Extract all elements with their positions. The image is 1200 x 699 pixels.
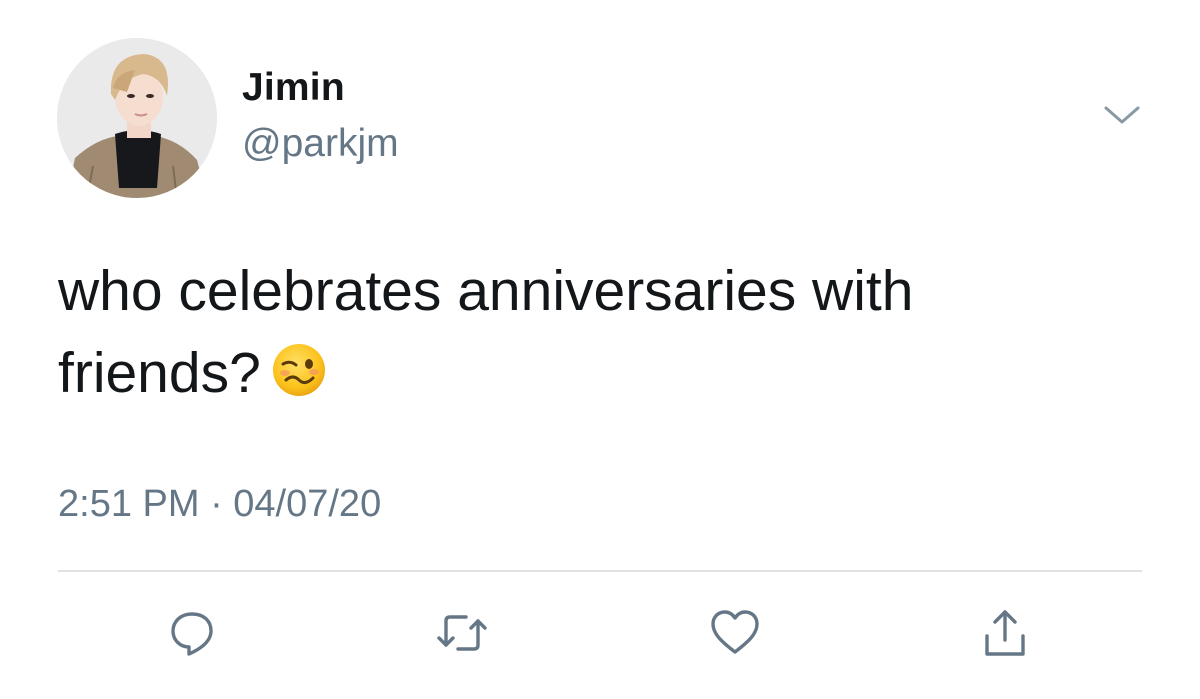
- like-button[interactable]: [705, 603, 765, 663]
- woozy-face-icon: [271, 338, 327, 396]
- tweet-text-line-2: friends?: [58, 341, 261, 405]
- avatar[interactable]: [57, 38, 217, 198]
- display-name[interactable]: Jimin: [242, 66, 345, 110]
- reply-button[interactable]: [162, 603, 222, 663]
- tweet-card: Jimin @parkjm who celebrates anniversari…: [0, 0, 1200, 699]
- divider: [58, 570, 1142, 572]
- tweet-text-line-1: who celebrates anniversaries with: [58, 259, 914, 323]
- share-button[interactable]: [975, 603, 1035, 663]
- share-upload-icon: [985, 610, 1025, 656]
- heart-icon: [711, 610, 759, 654]
- tweet-timestamp[interactable]: 2:51 PM · 04/07/20: [58, 483, 381, 526]
- retweet-button[interactable]: [432, 603, 492, 663]
- chevron-down-icon: [1104, 106, 1140, 124]
- speech-bubble-icon: [171, 612, 213, 656]
- profile-photo-icon: [57, 38, 217, 198]
- tweet-text: who celebrates anniversaries with friend…: [58, 250, 1138, 414]
- tweet-text-line-2-wrapper: friends?: [58, 332, 1138, 414]
- more-options-button[interactable]: [1100, 98, 1144, 130]
- user-handle[interactable]: @parkjm: [242, 122, 399, 166]
- retweet-icon: [437, 615, 487, 651]
